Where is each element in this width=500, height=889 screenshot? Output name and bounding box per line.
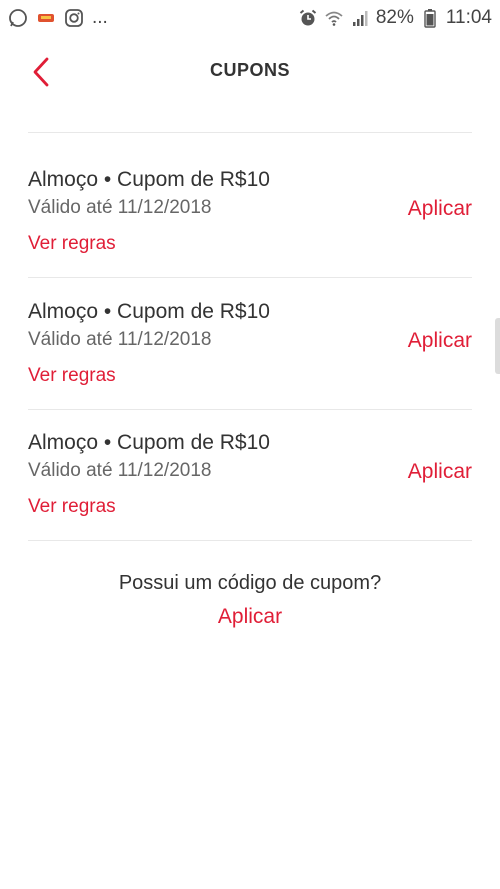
- whatsapp-icon: [8, 8, 28, 28]
- status-bar-left: ...: [8, 7, 108, 29]
- coupon-validity: Válido até 11/12/2018: [28, 460, 212, 481]
- signal-icon: [350, 8, 370, 28]
- status-bar-right: 82% 11:04: [298, 7, 492, 29]
- view-rules-link[interactable]: Ver regras: [28, 496, 116, 518]
- apply-coupon-code-button[interactable]: Aplicar: [218, 605, 282, 628]
- battery-icon: [420, 8, 440, 28]
- page-title: CUPONS: [209, 60, 290, 80]
- coupon-title: Almoço • Cupom de R$10: [28, 300, 270, 323]
- coupon-validity: Válido até 11/12/2018: [28, 197, 212, 218]
- more-notifications: ...: [92, 7, 108, 28]
- divider: [28, 540, 472, 541]
- coupon-title: Almoço • Cupom de R$10: [28, 431, 270, 454]
- view-rules-link[interactable]: Ver regras: [28, 233, 116, 255]
- status-bar: ... 82% 11:04: [0, 0, 500, 36]
- apply-coupon-code-section: Aplicar: [0, 605, 500, 629]
- apply-coupon-button[interactable]: Aplicar: [408, 329, 472, 353]
- header: CUPONS: [0, 44, 500, 104]
- wifi-icon: [324, 8, 344, 28]
- coupon-title: Almoço • Cupom de R$10: [28, 168, 270, 191]
- coupon-item: Almoço • Cupom de R$10 Válido até 11/12/…: [0, 265, 500, 395]
- coupon-validity: Válido até 11/12/2018: [28, 329, 212, 350]
- scrollbar[interactable]: [495, 318, 500, 374]
- instagram-icon: [64, 8, 84, 28]
- apply-coupon-button[interactable]: Aplicar: [408, 197, 472, 221]
- view-rules-link[interactable]: Ver regras: [28, 365, 116, 387]
- apply-coupon-button[interactable]: Aplicar: [408, 460, 472, 484]
- coupon-item: Almoço • Cupom de R$10 Válido até 11/12/…: [0, 133, 500, 263]
- app-notification-icon: [36, 8, 56, 28]
- coupon-code-question: Possui um código de cupom?: [118, 572, 382, 594]
- clock: 11:04: [445, 7, 492, 28]
- coupon-item: Almoço • Cupom de R$10 Válido até 11/12/…: [0, 396, 500, 526]
- alarm-icon: [298, 8, 318, 28]
- battery-percentage: 82%: [375, 7, 414, 28]
